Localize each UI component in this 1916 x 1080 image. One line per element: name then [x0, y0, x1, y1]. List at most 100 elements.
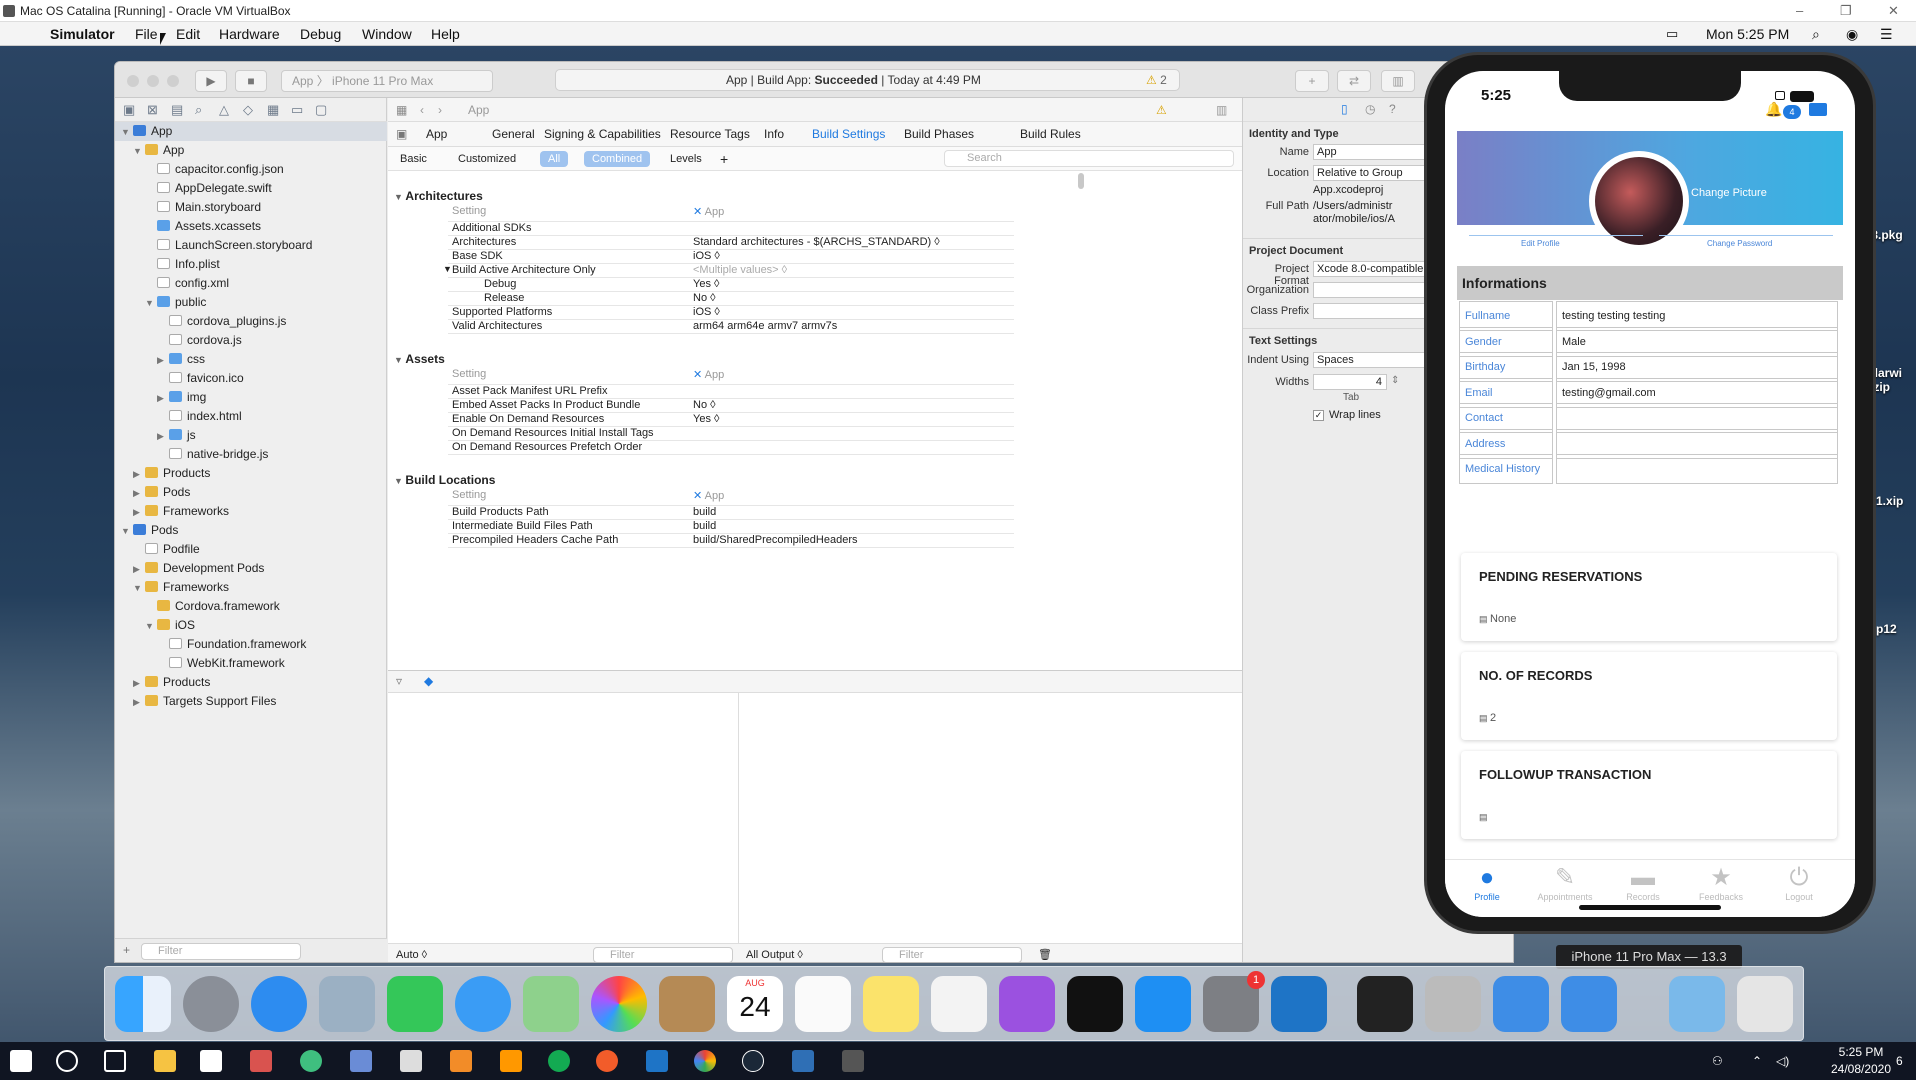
setting-value[interactable]: Yes ◊ [693, 413, 719, 425]
setting-value[interactable]: build [693, 520, 716, 532]
console-output-select[interactable]: All Output ◊ [746, 944, 803, 962]
setting-name[interactable]: On Demand Resources Initial Install Tags [452, 427, 654, 439]
filter-customized[interactable]: Customized [458, 147, 516, 171]
tree-item[interactable]: Podfile [115, 540, 387, 559]
breakpoints-toggle-icon[interactable]: ◆ [424, 674, 433, 688]
app-store-icon[interactable] [1135, 976, 1191, 1032]
tree-item[interactable]: ▼ Pods [115, 521, 387, 540]
tab-build-rules[interactable]: Build Rules [1020, 122, 1081, 147]
filter-all[interactable]: All [540, 151, 569, 167]
tab-build-phases[interactable]: Build Phases [904, 122, 974, 147]
minimize-button[interactable]: – [1796, 0, 1803, 22]
launchpad-icon[interactable] [183, 976, 239, 1032]
tree-item[interactable]: Main.storyboard [115, 198, 387, 217]
tree-item[interactable]: AppDelegate.swift [115, 179, 387, 198]
menu-hardware[interactable]: Hardware [219, 22, 280, 46]
info-value[interactable] [1556, 454, 1838, 484]
disclosure-icon[interactable]: ▶ [133, 560, 145, 579]
add-icon[interactable]: + [123, 943, 130, 957]
setting-name[interactable]: Build Active Architecture Only [452, 264, 596, 276]
mongodb-icon[interactable] [548, 1050, 570, 1072]
disclosure-icon[interactable]: ▶ [157, 351, 169, 370]
gitkraken-icon[interactable] [300, 1050, 322, 1072]
filter-basic[interactable]: Basic [400, 147, 427, 171]
virtualbox-taskbar-icon[interactable] [792, 1050, 814, 1072]
setting-name[interactable]: Release [484, 292, 524, 304]
spotlight-icon[interactable]: ⌕ [1812, 22, 1820, 46]
symbol-icon[interactable]: ▤ [171, 102, 183, 118]
tab-info[interactable]: Info [764, 122, 784, 147]
setting-name[interactable]: Base SDK [452, 250, 503, 262]
change-password-button[interactable]: Change Password [1707, 239, 1772, 248]
calendar-icon[interactable]: AUG 24 [727, 976, 783, 1032]
xcode-icon[interactable] [1561, 976, 1617, 1032]
messages-icon[interactable] [455, 976, 511, 1032]
tree-item[interactable]: config.xml [115, 274, 387, 293]
safari-icon[interactable] [251, 976, 307, 1032]
setting-name[interactable]: Supported Platforms [452, 306, 552, 318]
postman-icon[interactable] [596, 1050, 618, 1072]
tree-item[interactable]: cordova_plugins.js [115, 312, 387, 331]
tab-item[interactable]: ★ Feedbacks [1691, 864, 1751, 902]
bell-icon[interactable]: 🔔 [1765, 101, 1782, 118]
disclosure-icon[interactable]: ▶ [133, 674, 145, 693]
settings-search-input[interactable]: Search [944, 150, 1234, 167]
jump-path[interactable]: App [468, 98, 489, 122]
setting-value[interactable]: Standard architectures - $(ARCHS_STANDAR… [693, 236, 940, 248]
notes-icon[interactable] [863, 976, 919, 1032]
tab-item[interactable]: ▬ Records [1613, 864, 1673, 902]
tab-signing[interactable]: Signing & Capabilities [544, 122, 661, 147]
simulator-icon[interactable] [1493, 976, 1549, 1032]
podcasts-icon[interactable] [999, 976, 1055, 1032]
issue-icon[interactable]: △ [219, 102, 229, 118]
disclosure-icon[interactable]: ▼ [121, 522, 133, 541]
terminal-icon[interactable] [1357, 976, 1413, 1032]
disclosure-icon[interactable]: ▼ [133, 579, 145, 598]
tree-item[interactable]: favicon.ico [115, 369, 387, 388]
section-toggle-icon[interactable]: ▼ [394, 476, 405, 486]
section-architectures[interactable]: ▼ Architectures [394, 189, 483, 203]
tab-build-settings[interactable]: Build Settings [812, 122, 885, 147]
maps-icon[interactable] [523, 976, 579, 1032]
close-button[interactable]: ✕ [1888, 0, 1899, 22]
window-close-light[interactable] [127, 75, 139, 87]
keychain-icon[interactable] [1425, 976, 1481, 1032]
tab-general[interactable]: General [492, 122, 535, 147]
sticky-app-icon[interactable] [200, 1050, 222, 1072]
debug-icon[interactable]: ▦ [267, 102, 279, 118]
tree-item[interactable]: ▶ img [115, 388, 387, 407]
stop-button[interactable]: ■ [235, 70, 267, 92]
reminders-icon[interactable] [795, 976, 851, 1032]
section-toggle-icon[interactable]: ▼ [394, 355, 405, 365]
disclosure-icon[interactable]: ▼ [133, 142, 145, 161]
tree-item[interactable]: ▶ Pods [115, 483, 387, 502]
music-icon[interactable] [931, 976, 987, 1032]
tree-item[interactable]: ▼ public [115, 293, 387, 312]
related-items-icon[interactable]: ▦ [396, 98, 407, 122]
menu-file[interactable]: File [135, 22, 158, 46]
siri-icon[interactable]: ◉ [1846, 22, 1858, 46]
warning-icon[interactable]: ⚠ 2 [1146, 70, 1167, 90]
downloads-icon[interactable] [1669, 976, 1725, 1032]
chrome-icon[interactable] [694, 1050, 716, 1072]
tree-item[interactable]: ▶ css [115, 350, 387, 369]
tree-item[interactable]: ▶ js [115, 426, 387, 445]
taskbar-time[interactable]: 5:25 PM [1826, 1045, 1896, 1059]
windows-start-icon[interactable] [10, 1050, 32, 1072]
search-icon[interactable] [56, 1050, 78, 1072]
section-toggle-icon[interactable]: ▼ [394, 192, 405, 202]
tree-item[interactable]: cordova.js [115, 331, 387, 350]
edit-profile-button[interactable]: Edit Profile [1521, 239, 1560, 248]
setting-value[interactable]: build [693, 506, 716, 518]
wrap-lines-checkbox[interactable]: ✓ [1313, 410, 1324, 421]
variables-filter-input[interactable]: Filter [593, 947, 733, 962]
tree-item[interactable]: Foundation.framework [115, 635, 387, 654]
trash-can-icon[interactable] [1737, 976, 1793, 1032]
taskbar-date[interactable]: 24/08/2020 [1826, 1062, 1896, 1076]
setting-value[interactable]: iOS ◊ [693, 306, 720, 318]
disclosure-icon[interactable]: ▼ [443, 264, 452, 274]
find-icon[interactable]: ⌕ [195, 102, 202, 118]
tree-item[interactable]: ▼ App [115, 141, 387, 160]
disclosure-icon[interactable]: ▼ [145, 617, 157, 636]
vscode-taskbar-icon[interactable] [646, 1050, 668, 1072]
